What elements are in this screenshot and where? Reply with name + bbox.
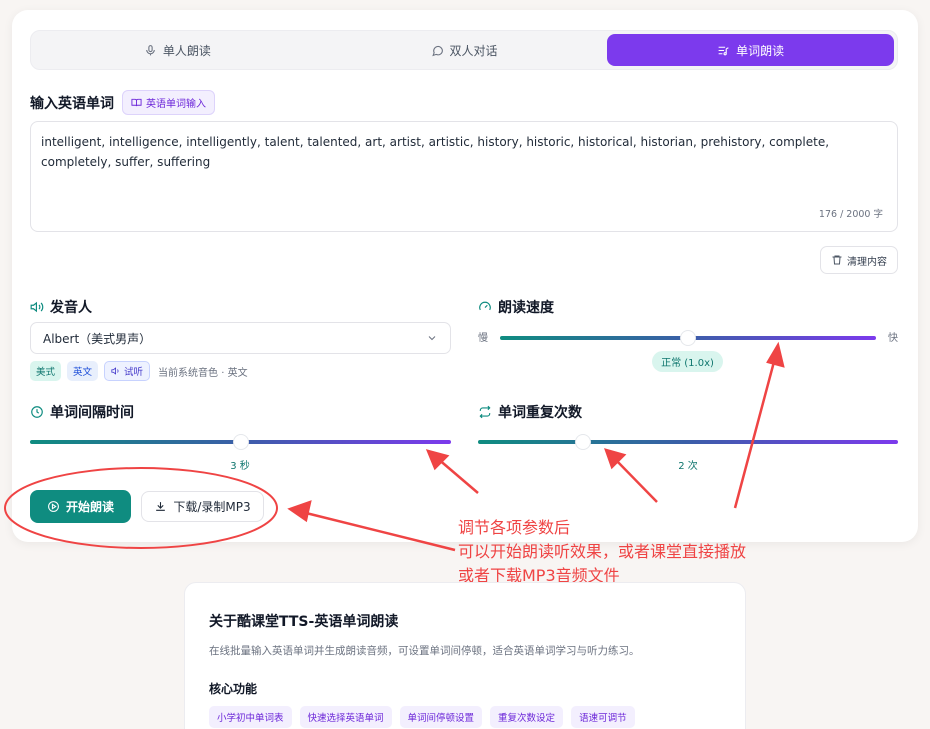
features-list: 小学初中单词表 快速选择英语单词 单词间停顿设置 重复次数设定 语速可调节 [209,706,721,728]
feature-tag: 语速可调节 [571,706,635,728]
feature-tag: 小学初中单词表 [209,706,292,728]
about-title: 关于酷课堂TTS-英语单词朗读 [209,614,399,630]
annotation-line-1: 调节各项参数后 [458,518,571,537]
features-title: 核心功能 [209,682,258,696]
feature-tag: 单词间停顿设置 [399,706,483,728]
feature-tag: 快速选择英语单词 [299,706,392,728]
feature-tag: 重复次数设定 [490,706,564,728]
about-description: 在线批量输入英语单词并生成朗读音频，可设置单词间停顿，适合英语单词学习与听力练习… [209,645,640,657]
annotation-line-2: 可以开始朗读听效果，或者课堂直接播放 [458,542,747,561]
annotation-ellipse [4,467,278,549]
annotation-text: 调节各项参数后 可以开始朗读听效果，或者课堂直接播放 或者下载MP3音频文件 [458,516,746,588]
about-panel: 关于酷课堂TTS-英语单词朗读 在线批量输入英语单词并生成朗读音频，可设置单词间… [184,582,746,729]
